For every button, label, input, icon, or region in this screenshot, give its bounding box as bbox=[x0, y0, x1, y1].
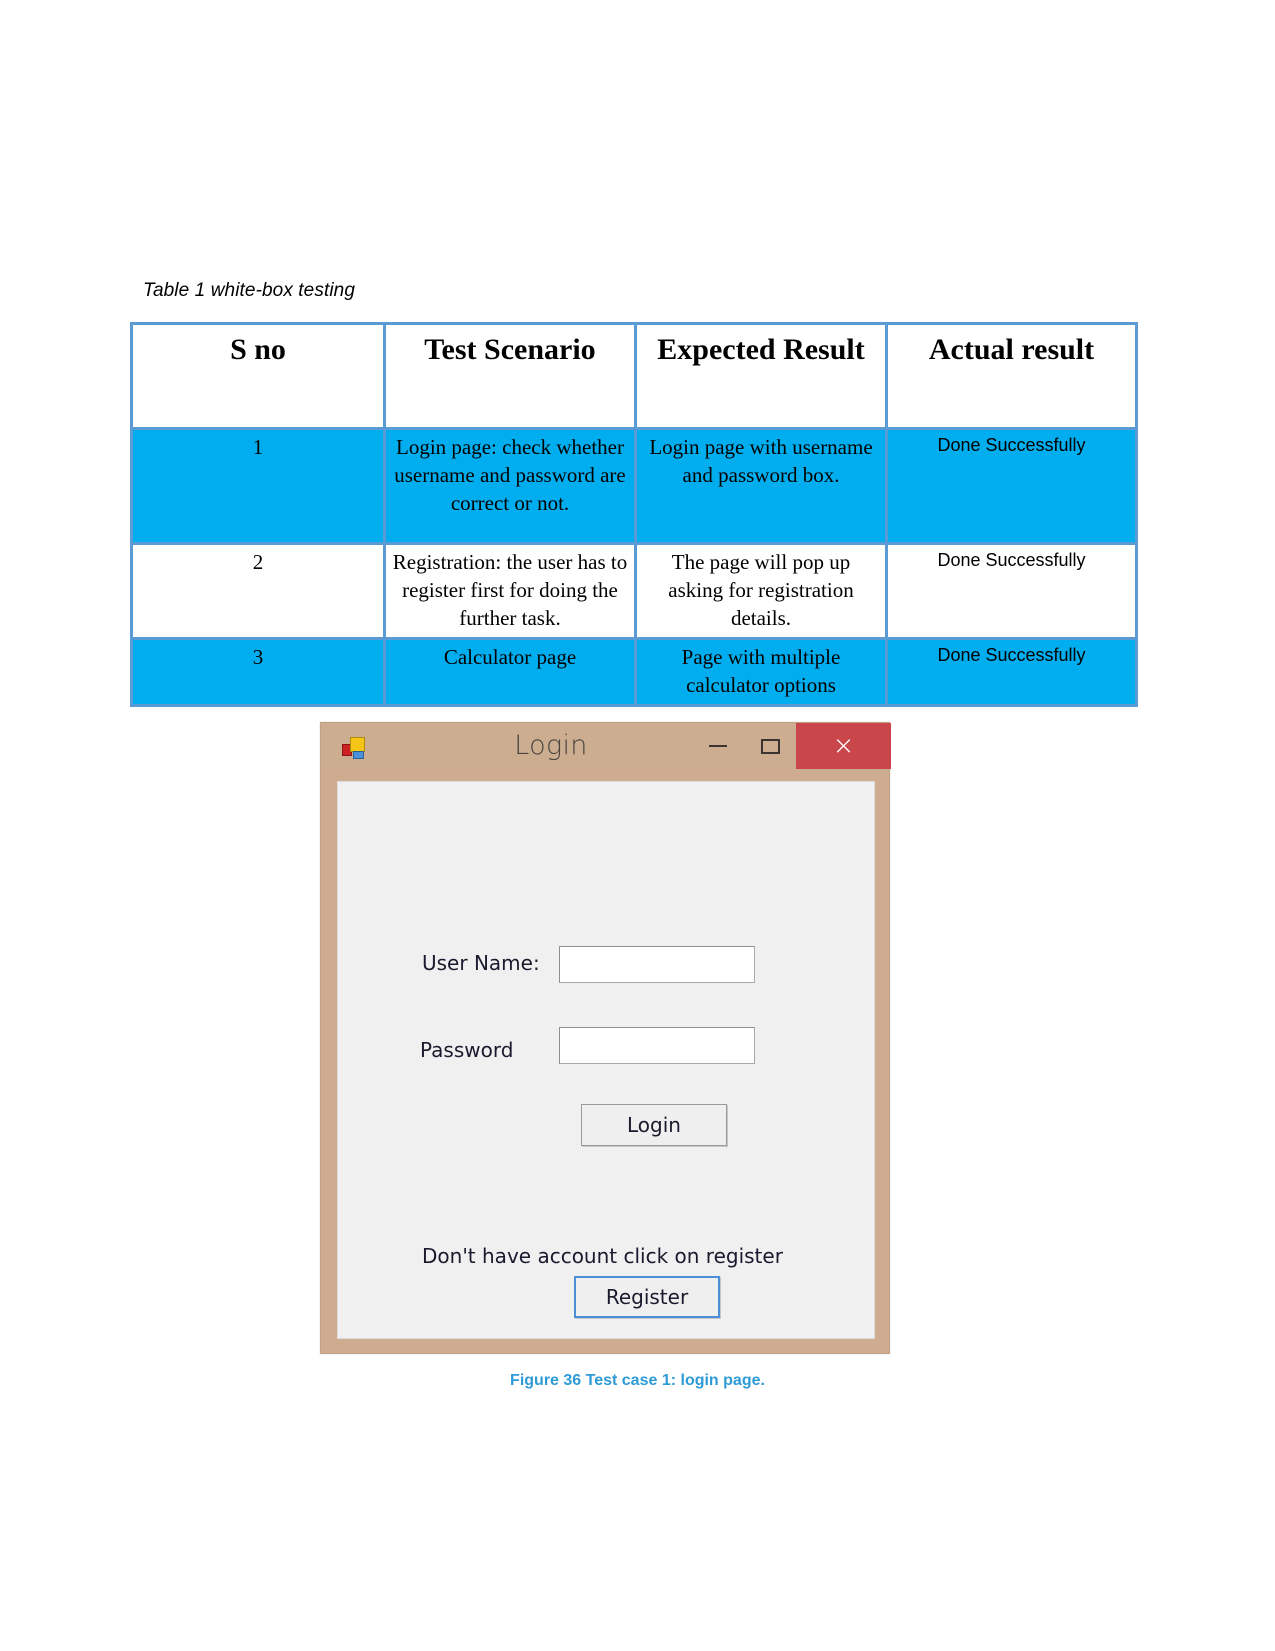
column-header-actual-result: Actual result bbox=[885, 322, 1138, 430]
cell-expected-result: Login page with username and password bo… bbox=[634, 427, 888, 545]
icon-square-blue bbox=[353, 751, 364, 759]
cell-test-scenario: Registration: the user has to register f… bbox=[383, 542, 637, 640]
table-row: 1 Login page: check whether username and… bbox=[130, 427, 1138, 545]
cell-test-scenario: Calculator page bbox=[383, 636, 637, 707]
register-hint-text: Don't have account click on register bbox=[422, 1244, 783, 1268]
username-input[interactable] bbox=[559, 946, 755, 983]
close-button[interactable]: × bbox=[796, 723, 891, 769]
column-header-expected-result: Expected Result bbox=[634, 322, 888, 430]
column-header-test-scenario: Test Scenario bbox=[383, 322, 637, 430]
minimize-icon bbox=[709, 745, 727, 747]
window-titlebar: Login × bbox=[321, 723, 891, 769]
icon-square-yellow bbox=[350, 737, 365, 752]
cell-s-no: 1 bbox=[130, 427, 386, 545]
cell-actual-result: Done Successfully bbox=[885, 427, 1138, 545]
cell-actual-result: Done Successfully bbox=[885, 542, 1138, 640]
figure-caption: Figure 36 Test case 1: login page. bbox=[510, 1372, 765, 1389]
table-header-row: S no Test Scenario Expected Result Actua… bbox=[130, 322, 1138, 430]
column-header-s-no: S no bbox=[130, 322, 386, 430]
table-row: 3 Calculator page Page with multiple cal… bbox=[130, 636, 1138, 707]
table-row: 2 Registration: the user has to register… bbox=[130, 542, 1138, 640]
cell-expected-result: Page with multiple calculator options bbox=[634, 636, 888, 707]
password-input[interactable] bbox=[559, 1027, 755, 1064]
login-form-body: User Name: Password Login Don't have acc… bbox=[337, 781, 875, 1339]
login-button[interactable]: Login bbox=[581, 1104, 727, 1146]
register-button[interactable]: Register bbox=[574, 1276, 720, 1318]
cell-actual-result: Done Successfully bbox=[885, 636, 1138, 707]
cell-s-no: 3 bbox=[130, 636, 386, 707]
cell-s-no: 2 bbox=[130, 542, 386, 640]
table-caption: Table 1 white-box testing bbox=[143, 280, 355, 301]
password-label: Password bbox=[420, 1038, 514, 1062]
white-box-testing-table: S no Test Scenario Expected Result Actua… bbox=[130, 322, 1138, 707]
maximize-button[interactable] bbox=[744, 723, 796, 769]
login-window: Login × User Name: Password Login Don't … bbox=[320, 722, 891, 1354]
minimize-button[interactable] bbox=[692, 723, 744, 769]
cell-expected-result: The page will pop up asking for registra… bbox=[634, 542, 888, 640]
username-label: User Name: bbox=[422, 951, 540, 975]
winforms-app-icon bbox=[341, 735, 365, 759]
cell-test-scenario: Login page: check whether username and p… bbox=[383, 427, 637, 545]
maximize-icon bbox=[760, 738, 780, 754]
